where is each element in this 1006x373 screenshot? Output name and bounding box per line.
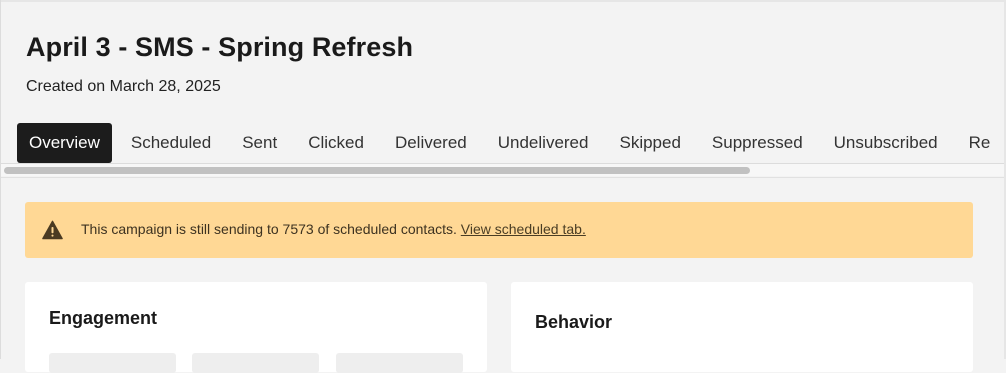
alert-text: This campaign is still sending to 7573 o… — [81, 221, 586, 237]
tab-unsubscribed[interactable]: Unsubscribed — [822, 123, 950, 163]
tab-suppressed[interactable]: Suppressed — [700, 123, 815, 163]
engagement-metric-tile — [49, 353, 176, 373]
tab-sent[interactable]: Sent — [230, 123, 289, 163]
tabs-scrollbar-thumb[interactable] — [4, 167, 750, 174]
tab-clicked[interactable]: Clicked — [296, 123, 376, 163]
behavior-title: Behavior — [535, 312, 613, 332]
view-scheduled-link[interactable]: View scheduled tab. — [461, 221, 586, 237]
tab-re-truncated[interactable]: Re — [957, 123, 1003, 163]
engagement-title: Engagement — [49, 308, 158, 328]
engagement-metric-tile — [192, 353, 319, 373]
warning-icon — [42, 220, 63, 240]
campaign-tabs: Overview Scheduled Sent Clicked Delivered Und… — [17, 123, 1006, 163]
window-left-border — [0, 0, 1, 359]
scrollbar-divider — [1, 177, 1004, 178]
tab-skipped[interactable]: Skipped — [607, 123, 692, 163]
page-title: April 3 - SMS - Spring Refresh — [26, 32, 414, 62]
alert-message: This campaign is still sending to 7573 o… — [81, 221, 457, 237]
tab-overview[interactable]: Overview — [17, 123, 112, 163]
tab-delivered[interactable]: Delivered — [383, 123, 479, 163]
window-top-border — [0, 0, 1006, 2]
created-date: Created on March 28, 2025 — [26, 78, 221, 95]
engagement-metric-tile — [336, 353, 463, 373]
sending-alert: This campaign is still sending to 7573 o… — [25, 202, 973, 258]
tab-scheduled[interactable]: Scheduled — [119, 123, 223, 163]
tab-undelivered[interactable]: Undelivered — [486, 123, 601, 163]
